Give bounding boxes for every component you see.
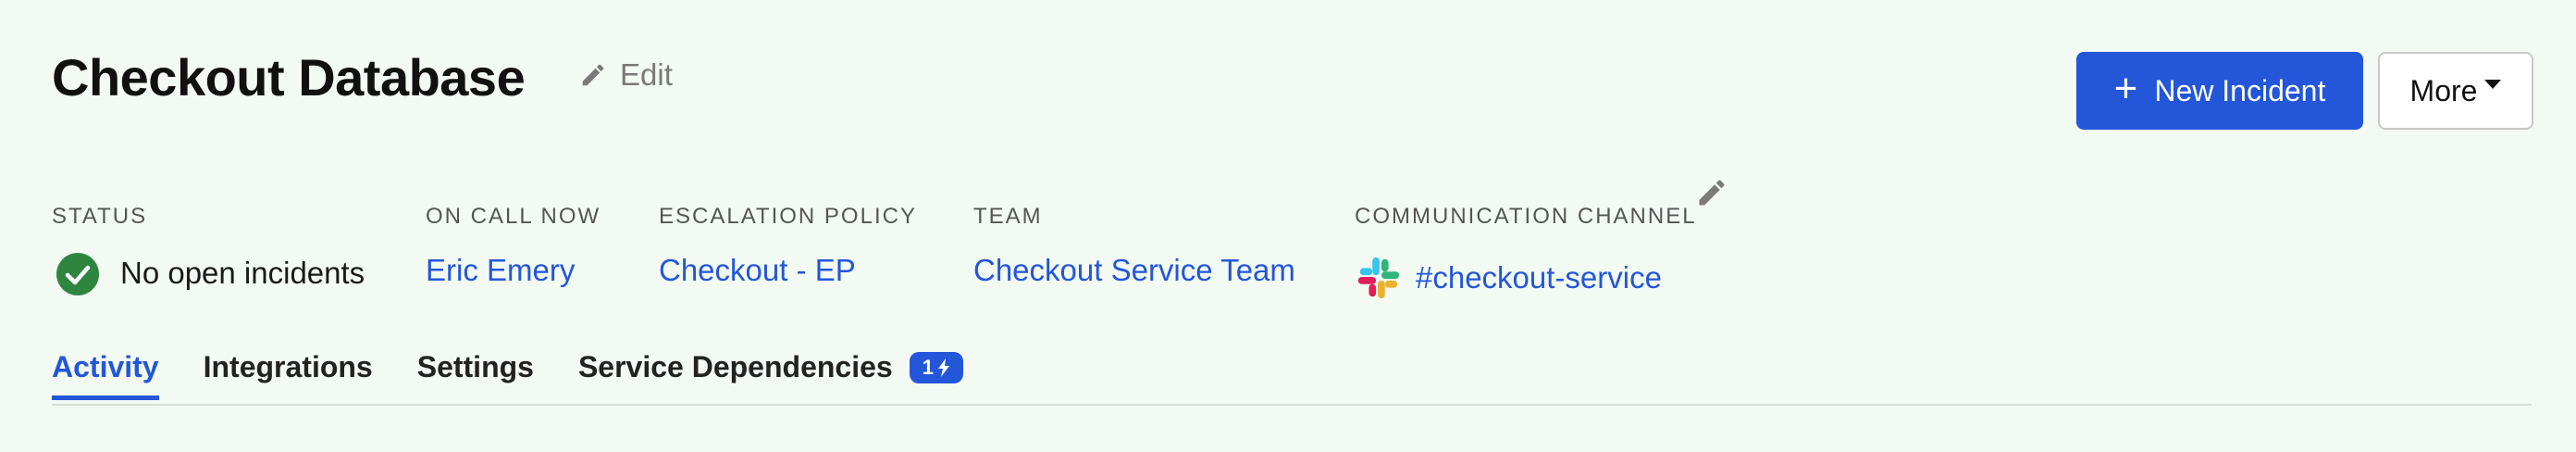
page-title: Checkout Database bbox=[52, 48, 526, 107]
edit-title-link[interactable]: Edit bbox=[579, 57, 673, 93]
lightning-icon bbox=[937, 358, 949, 377]
edit-label: Edit bbox=[620, 57, 673, 92]
tab-activity[interactable]: Activity bbox=[52, 350, 159, 400]
channel-link[interactable]: #checkout-service bbox=[1416, 259, 1662, 296]
status-label: STATUS bbox=[52, 204, 148, 229]
team-link[interactable]: Checkout Service Team bbox=[973, 252, 1295, 289]
tab-bar: Activity Integrations Settings Service D… bbox=[52, 350, 1008, 400]
escalation-policy-link[interactable]: Checkout - EP bbox=[659, 252, 856, 289]
team-field: TEAM Checkout Service Team bbox=[973, 204, 1295, 287]
tab-integrations[interactable]: Integrations bbox=[204, 350, 373, 396]
caret-down-icon bbox=[2484, 80, 2502, 89]
tab-settings-label: Settings bbox=[416, 350, 534, 383]
tab-settings[interactable]: Settings bbox=[417, 350, 534, 396]
pencil-icon bbox=[582, 64, 604, 86]
more-dropdown-button[interactable]: More bbox=[2378, 52, 2533, 130]
tab-activity-label: Activity bbox=[52, 350, 159, 383]
on-call-label: ON CALL NOW bbox=[426, 204, 601, 229]
on-call-field: ON CALL NOW Eric Emery bbox=[426, 204, 601, 287]
escalation-policy-field: ESCALATION POLICY Checkout - EP bbox=[659, 204, 917, 287]
status-value: No open incidents bbox=[120, 256, 365, 290]
plus-icon: + bbox=[2113, 66, 2138, 111]
tab-integrations-label: Integrations bbox=[203, 350, 373, 383]
escalation-policy-label: ESCALATION POLICY bbox=[659, 204, 917, 229]
team-label: TEAM bbox=[973, 204, 1043, 229]
slack-icon bbox=[1357, 257, 1400, 299]
tab-service-dependencies-label: Service Dependencies bbox=[577, 350, 893, 383]
new-incident-button[interactable]: + New Incident bbox=[2076, 52, 2363, 130]
more-label: More bbox=[2409, 73, 2478, 107]
tab-divider bbox=[52, 404, 2532, 406]
dependency-count-badge: 1 bbox=[909, 351, 963, 383]
on-call-link[interactable]: Eric Emery bbox=[426, 252, 575, 289]
check-circle-icon bbox=[56, 253, 99, 295]
communication-channel-field: COMMUNICATION CHANNEL #checkout-service bbox=[1355, 204, 1697, 299]
status-field: STATUS No open incidents bbox=[52, 204, 365, 295]
tab-service-dependencies[interactable]: Service Dependencies 1 bbox=[578, 350, 963, 396]
dependency-count: 1 bbox=[922, 355, 934, 379]
new-incident-label: New Incident bbox=[2154, 73, 2326, 107]
communication-channel-label: COMMUNICATION CHANNEL bbox=[1355, 204, 1697, 229]
edit-channel-pencil-icon[interactable] bbox=[1695, 176, 1728, 209]
